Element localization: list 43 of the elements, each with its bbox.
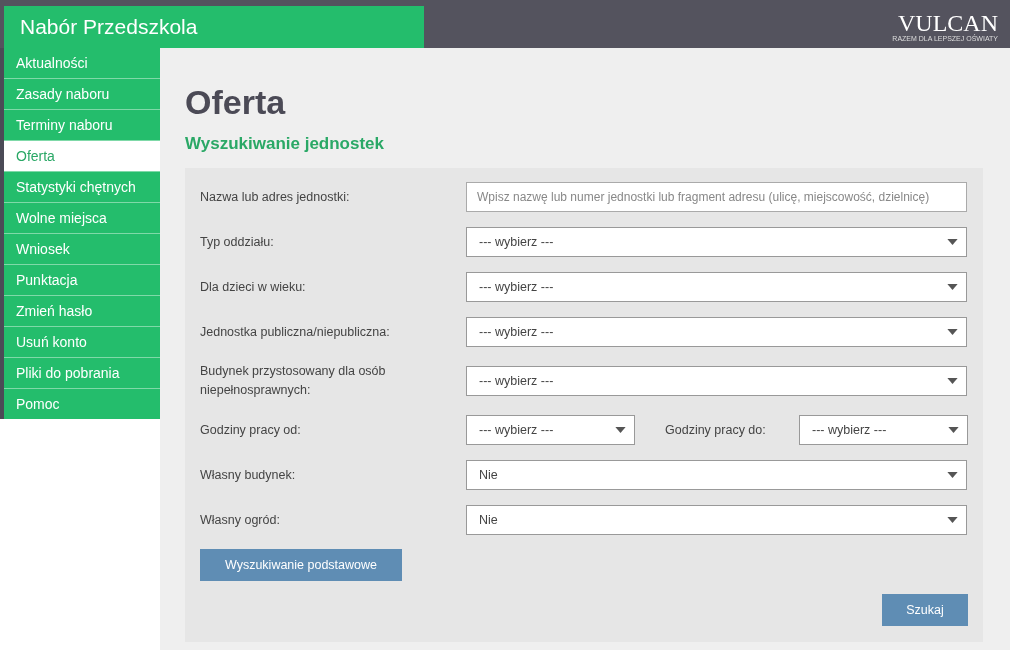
page-title: Oferta [185, 82, 287, 122]
page-subtitle: Wyszukiwanie jednostek [185, 133, 386, 155]
caret-icon [947, 517, 958, 523]
dropdown[interactable]: Nie [466, 460, 967, 490]
caret-icon [947, 378, 958, 384]
logo-wordmark: VULCAN [898, 12, 998, 34]
sidebar-item[interactable]: Terminy naboru [4, 110, 160, 141]
field-label: Typ oddziału: [200, 233, 275, 251]
sidebar-item[interactable]: Wniosek [4, 234, 160, 265]
sidebar-item[interactable]: Aktualności [4, 48, 160, 79]
dropdown[interactable]: --- wybierz --- [466, 415, 635, 445]
sidebar-item[interactable]: Punktacja [4, 265, 160, 296]
caret-icon [947, 239, 958, 245]
field-label: Własny budynek: [200, 466, 297, 484]
sidebar-item[interactable]: Usuń konto [4, 327, 160, 358]
field-label: Godziny pracy do: [664, 423, 767, 437]
caret-icon [947, 329, 958, 335]
search-button[interactable]: Szukaj [882, 594, 968, 626]
caret-icon [615, 427, 626, 433]
field-label: Jednostka publiczna/niepubliczna: [200, 323, 391, 341]
sidebar-item[interactable]: Zmień hasło [4, 296, 160, 327]
sidebar-item[interactable]: Statystyki chętnych [4, 172, 160, 203]
sidebar-item[interactable]: Pliki do pobrania [4, 358, 160, 389]
dropdown[interactable]: Nie [466, 505, 967, 535]
caret-icon [947, 284, 958, 290]
sidebar-item[interactable]: Pomoc [4, 389, 160, 419]
field-label: Własny ogród: [200, 511, 281, 529]
caret-icon [948, 427, 959, 433]
caret-icon [947, 472, 958, 478]
dropdown[interactable]: --- wybierz --- [799, 415, 968, 445]
sidebar-item[interactable]: Wolne miejsca [4, 203, 160, 234]
search-field[interactable]: Wpisz nazwę lub numer jednostki lub fragment adresu (ulicę, miejscowość, dzielnicę) [466, 182, 967, 212]
field-label: Dla dzieci w wieku: [200, 278, 307, 296]
dropdown[interactable]: --- wybierz --- [466, 227, 967, 257]
dropdown[interactable]: --- wybierz --- [466, 317, 967, 347]
field-label: Budynek przystosowany dla osób niepełnosprawnych: [200, 363, 387, 399]
app-title: Nabór Przedszkola [4, 6, 424, 48]
field-label: Godziny pracy od: [200, 421, 302, 439]
dropdown[interactable]: --- wybierz --- [466, 272, 967, 302]
basic-search-button[interactable]: Wyszukiwanie podstawowe [200, 549, 402, 581]
sidebar-item[interactable]: Zasady naboru [4, 79, 160, 110]
dropdown[interactable]: --- wybierz --- [466, 366, 967, 396]
field-label: Nazwa lub adres jednostki: [200, 188, 351, 206]
